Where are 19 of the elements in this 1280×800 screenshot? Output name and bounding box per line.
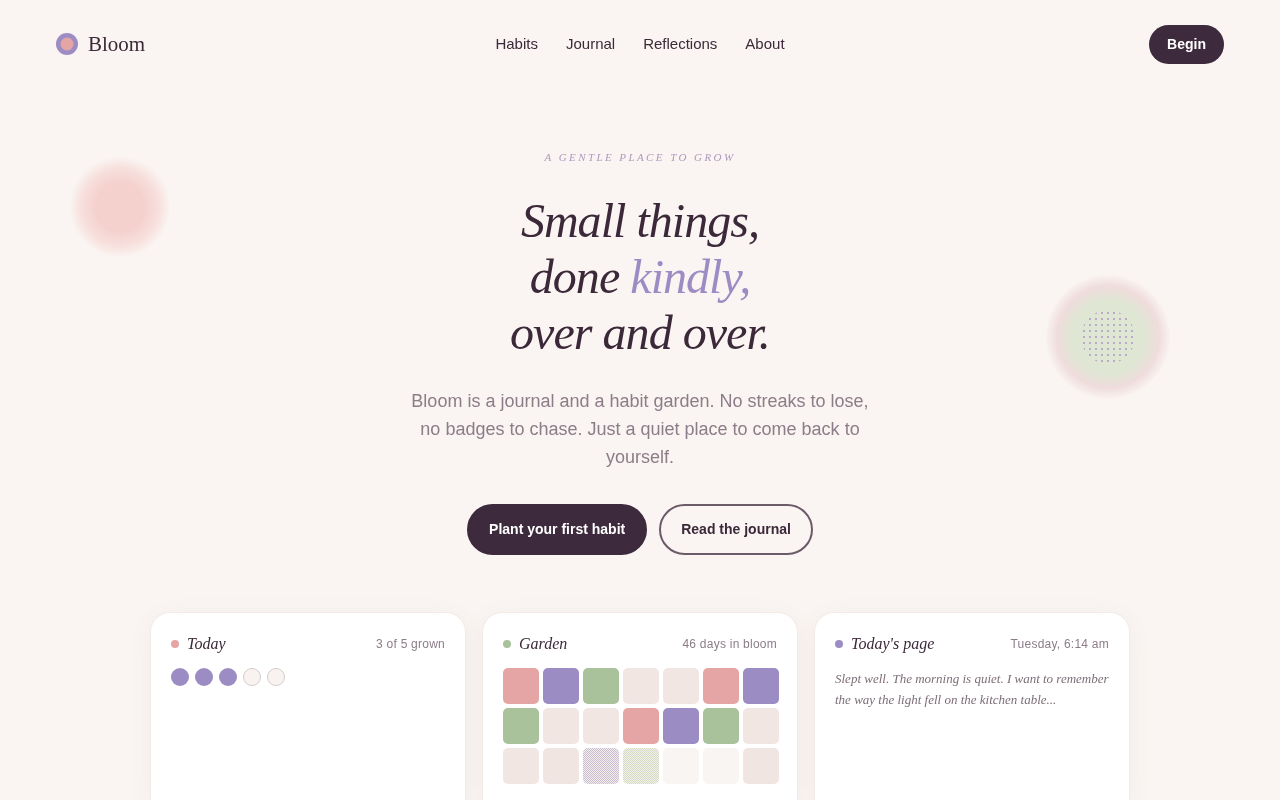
card-title: Today <box>187 634 226 655</box>
read-journal-button[interactable]: Read the journal <box>659 504 813 555</box>
nav-link[interactable]: About <box>745 32 785 56</box>
nav-link[interactable]: Journal <box>565 32 616 56</box>
card-title: Today's page <box>851 634 935 655</box>
card-meta: Tuesday, 6:14 am <box>1010 636 1109 653</box>
hero-headline: Small things, done kindly, over and over. <box>510 193 770 361</box>
card-meta: 3 of 5 grown <box>376 636 445 653</box>
journal-entry: Slept well. The morning is quiet. I want to remember the way the light fell on the kitchen table... <box>835 670 1109 709</box>
hero-intro: Bloom is a journal and a habit garden. No streaks to lose, no badges to chase. Just a quiet place to come back to yourself. <box>410 390 870 469</box>
logo-icon <box>56 33 78 55</box>
nav-link[interactable]: Reflections <box>643 32 718 56</box>
nav-link[interactable]: Habits <box>495 32 538 56</box>
card-meta: 46 days in bloom <box>682 636 777 653</box>
plant-habit-button[interactable]: Plant your first habit <box>467 504 648 555</box>
card-title: Garden <box>519 634 568 654</box>
brand-name: Bloom <box>88 33 146 55</box>
eyebrow-text: A GENTLE PLACE TO GROW <box>544 150 736 165</box>
begin-button[interactable]: Begin <box>1149 24 1224 64</box>
